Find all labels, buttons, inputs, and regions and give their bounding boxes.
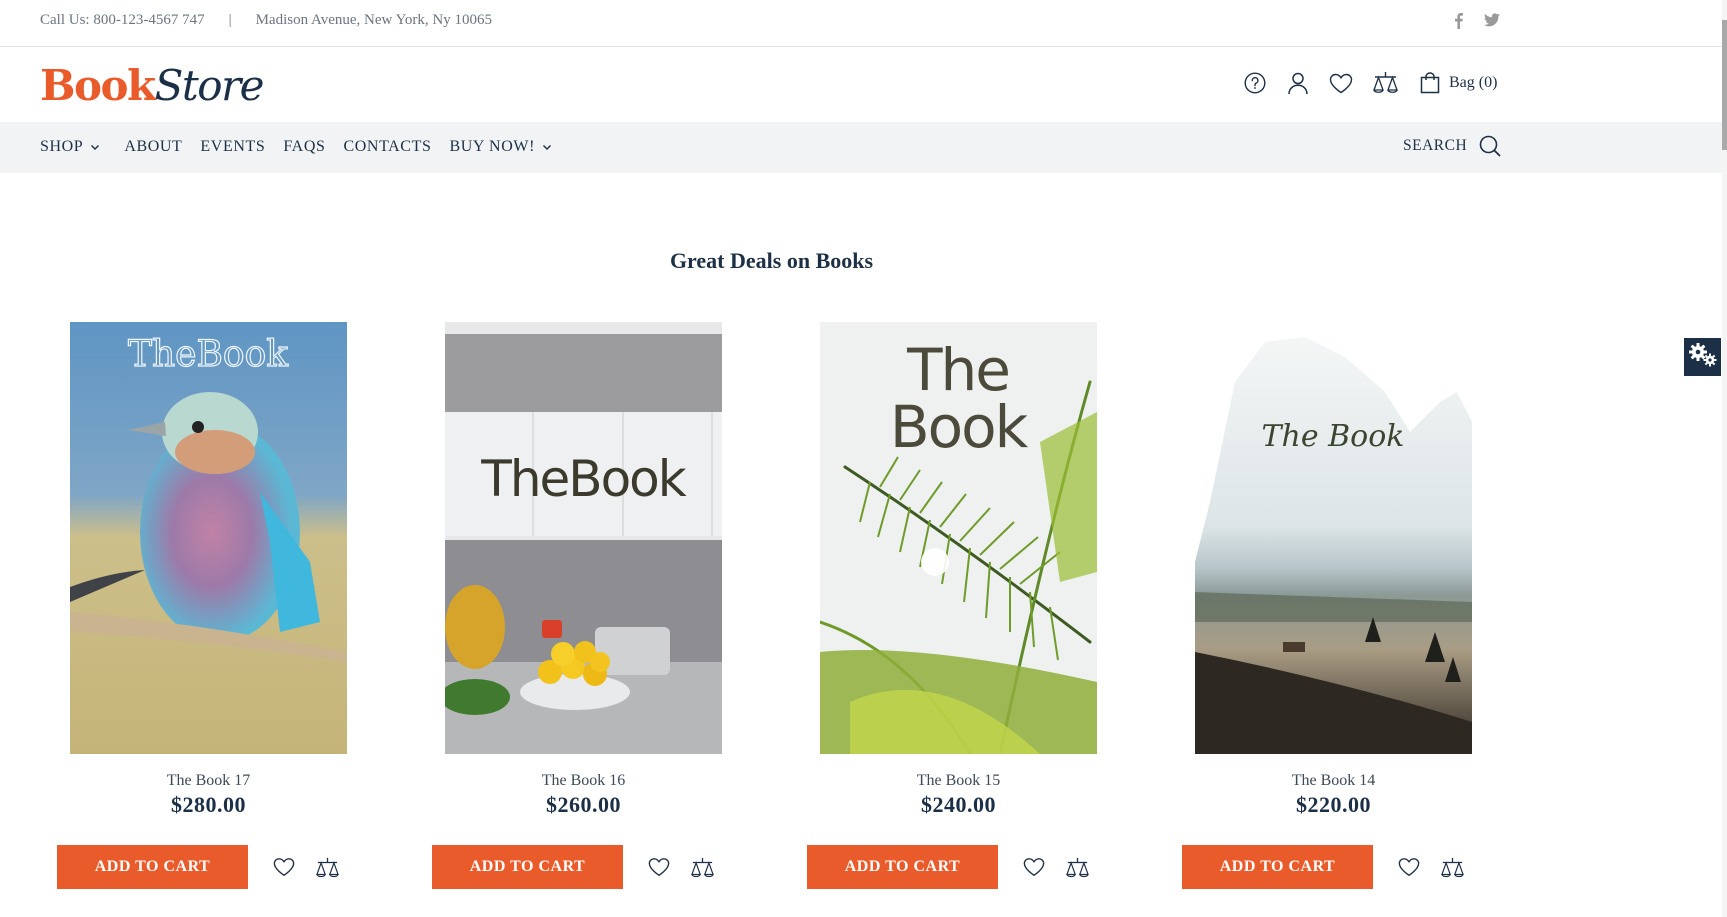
search-label: SEARCH [1403, 137, 1468, 154]
add-to-cart-button[interactable]: ADD TO CART [57, 845, 248, 889]
chevron-down-icon [90, 144, 100, 151]
add-to-cart-button[interactable]: ADD TO CART [807, 845, 998, 889]
nav-label: FAQS [283, 138, 326, 155]
product-title[interactable]: The Book 14 [1182, 772, 1485, 790]
book-cover-image[interactable]: The Book [1195, 322, 1472, 754]
compare-icon[interactable] [1372, 71, 1399, 95]
page-scrollbar[interactable] [1722, 0, 1727, 917]
wishlist-heart-icon[interactable] [1022, 855, 1046, 879]
search-button[interactable]: SEARCH [1403, 135, 1501, 157]
book-cover-image[interactable]: The Book [820, 322, 1097, 754]
main-nav: SHOP ABOUT EVENTS FAQS CONTACTS BUY NOW!… [0, 122, 1722, 173]
compare-icon[interactable] [314, 855, 340, 881]
nav-item-contacts[interactable]: CONTACTS [343, 138, 431, 156]
scrollbar-thumb[interactable] [1722, 20, 1727, 150]
phone-number: Call Us: 800-123-4567 747 [40, 12, 205, 28]
nav-item-about[interactable]: ABOUT [124, 138, 182, 156]
wishlist-heart-icon[interactable] [647, 855, 671, 879]
product-title[interactable]: The Book 16 [432, 772, 735, 790]
logo-store: Store [154, 61, 265, 110]
product-title[interactable]: The Book 17 [57, 772, 360, 790]
product-card: TheBook The Book 16 $260.00 ADD TO CART [432, 322, 732, 892]
svg-text:Book: Book [890, 393, 1029, 461]
nav-label: SHOP [40, 138, 84, 155]
product-card: The Book The Book 14 $220.00 ADD TO CART [1182, 322, 1482, 892]
top-bar: Call Us: 800-123-4567 747 | Madison Aven… [0, 0, 1722, 47]
svg-text:TheBook: TheBook [480, 450, 686, 508]
compare-icon[interactable] [1064, 855, 1090, 881]
chevron-down-icon [542, 144, 552, 151]
nav-item-faqs[interactable]: FAQS [283, 138, 325, 156]
add-to-cart-button[interactable]: ADD TO CART [432, 845, 623, 889]
twitter-icon[interactable] [1484, 11, 1500, 29]
product-price: $220.00 [1296, 792, 1371, 817]
settings-gears-icon [1688, 342, 1718, 372]
nav-label: CONTACTS [343, 138, 432, 155]
product-title[interactable]: The Book 15 [807, 772, 1110, 790]
user-icon[interactable] [1286, 71, 1310, 95]
site-header: BookStore Bag (0) [0, 47, 1722, 122]
logo[interactable]: BookStore [40, 61, 265, 111]
nav-label: BUY NOW! [449, 138, 535, 155]
nav-item-shop[interactable]: SHOP [40, 138, 100, 156]
nav-menu: SHOP ABOUT EVENTS FAQS CONTACTS BUY NOW! [40, 138, 570, 156]
book-cover-image[interactable]: TheBook [445, 322, 722, 754]
social-links [1450, 11, 1500, 29]
product-card: The Book The Book 15 $240.00 ADD TO CART [807, 322, 1107, 892]
wishlist-heart-icon[interactable] [1397, 855, 1421, 879]
add-to-cart-button[interactable]: ADD TO CART [1182, 845, 1373, 889]
search-icon [1479, 135, 1501, 157]
nav-label: ABOUT [124, 138, 183, 155]
product-price: $280.00 [171, 792, 246, 817]
svg-text:The Book: The Book [1262, 419, 1405, 454]
product-price: $260.00 [546, 792, 621, 817]
product-price: $240.00 [921, 792, 996, 817]
bag-icon[interactable] [1418, 71, 1442, 95]
separator: | [228, 12, 232, 28]
nav-item-events[interactable]: EVENTS [200, 138, 265, 156]
facebook-icon[interactable] [1450, 11, 1466, 29]
wishlist-heart-icon[interactable] [1329, 71, 1353, 95]
header-actions: Bag (0) [1243, 71, 1497, 95]
contact-info: Call Us: 800-123-4567 747 | Madison Aven… [40, 12, 492, 29]
help-icon[interactable] [1243, 71, 1267, 95]
settings-button[interactable] [1684, 338, 1721, 376]
product-card: TheBook The Book 17 $280.00 ADD TO CART [57, 322, 357, 892]
svg-text:TheBook: TheBook [128, 334, 289, 375]
nav-item-buy-now[interactable]: BUY NOW! [449, 138, 552, 156]
compare-icon[interactable] [1439, 855, 1465, 881]
nav-label: EVENTS [200, 138, 266, 155]
wishlist-heart-icon[interactable] [272, 855, 296, 879]
section-title: Great Deals on Books [669, 248, 874, 273]
compare-icon[interactable] [689, 855, 715, 881]
bag-count[interactable]: Bag (0) [1449, 74, 1497, 92]
logo-book: Book [40, 61, 156, 110]
book-cover-image[interactable]: TheBook [70, 322, 347, 754]
address: Madison Avenue, New York, Ny 10065 [255, 12, 492, 28]
